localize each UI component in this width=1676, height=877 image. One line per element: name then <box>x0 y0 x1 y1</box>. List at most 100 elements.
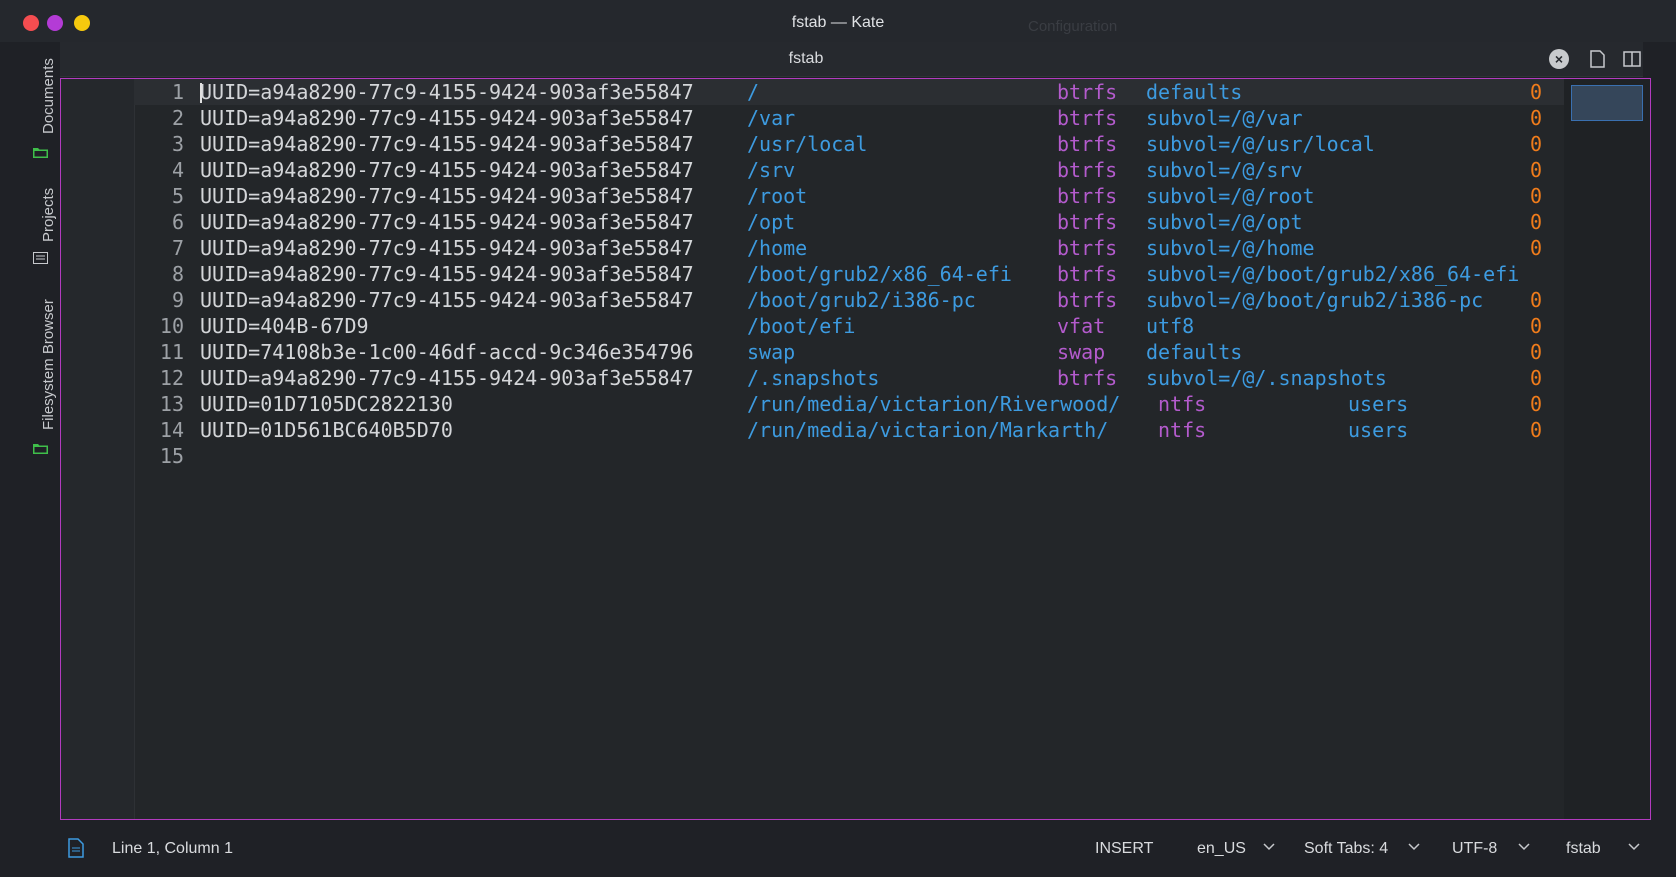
line-number: 10 <box>159 314 184 338</box>
sidebar-tab-documents[interactable]: Documents <box>40 58 57 134</box>
fs-dump: 0 <box>1530 314 1543 338</box>
code-area[interactable]: 1 UUID=a94a8290-77c9-4155-9424-903af3e558… <box>134 79 1631 819</box>
code-line[interactable]: 11 UUID=74108b3e-1c00-46df-accd-9c346e354… <box>134 339 1631 365</box>
cursor-position[interactable]: Line 1, Column 1 <box>112 840 233 858</box>
fs-device: UUID=a94a8290-77c9-4155-9424-903af3e5584… <box>200 366 694 390</box>
chevron-down-icon[interactable] <box>1627 840 1641 854</box>
split-view-icon[interactable] <box>1621 48 1643 70</box>
code-line[interactable]: 9 UUID=a94a8290-77c9-4155-9424-903af3e558… <box>134 287 1631 313</box>
new-document-icon[interactable] <box>1587 48 1609 70</box>
code-line[interactable]: 8 UUID=a94a8290-77c9-4155-9424-903af3e558… <box>134 261 1631 287</box>
fs-type: btrfs <box>1057 132 1118 156</box>
sidebar-tab-projects[interactable]: Projects <box>40 188 57 242</box>
background-menu-item: Configuration <box>1028 18 1118 35</box>
fs-dump: 0 <box>1530 106 1543 130</box>
projects-icon[interactable] <box>33 252 48 264</box>
fs-options: subvol=/@/srv <box>1146 158 1303 182</box>
fs-options: subvol=/@/root <box>1146 184 1315 208</box>
line-number: 5 <box>171 184 184 208</box>
code-line[interactable]: 7 UUID=a94a8290-77c9-4155-9424-903af3e558… <box>134 235 1631 261</box>
line-number: 7 <box>171 236 184 260</box>
syntax-mode-selector[interactable]: fstab <box>1566 840 1601 858</box>
chevron-down-icon[interactable] <box>1407 840 1421 854</box>
window-titlebar: fstab — Kate Configuration <box>0 0 1676 42</box>
editor-view[interactable]: 1 UUID=a94a8290-77c9-4155-9424-903af3e558… <box>60 78 1651 820</box>
fs-type: vfat <box>1057 314 1106 338</box>
indentation-selector[interactable]: Soft Tabs: 4 <box>1304 840 1388 858</box>
code-line[interactable]: 2 UUID=a94a8290-77c9-4155-9424-903af3e558… <box>134 105 1631 131</box>
text-cursor <box>200 83 202 103</box>
fs-dump: 0 <box>1530 236 1543 260</box>
fs-type: ntfs <box>1158 418 1207 442</box>
tab-fstab[interactable]: fstab <box>60 50 1552 68</box>
document-tabbar: fstab × <box>60 42 1643 77</box>
dictionary-selector[interactable]: en_US <box>1197 840 1246 858</box>
code-line[interactable]: 15 <box>134 443 1631 469</box>
fs-dump: 0 <box>1530 80 1543 104</box>
window-title: fstab — Kate <box>791 14 885 31</box>
line-number: 8 <box>171 262 184 286</box>
fs-mount-point: /.snapshots <box>747 366 880 390</box>
fs-mount-point: /srv <box>747 158 796 182</box>
fs-mount-point: / <box>747 80 760 104</box>
fs-type: btrfs <box>1057 184 1118 208</box>
code-line[interactable]: 12 UUID=a94a8290-77c9-4155-9424-903af3e55… <box>134 365 1631 391</box>
code-line[interactable]: 4 UUID=a94a8290-77c9-4155-9424-903af3e558… <box>134 157 1631 183</box>
chevron-down-icon[interactable] <box>1262 840 1276 854</box>
fs-mount-point: /run/media/victarion/Markarth/ <box>747 418 1109 442</box>
line-number: 9 <box>171 288 184 312</box>
fs-mount-point: swap <box>747 340 796 364</box>
fs-options: defaults <box>1146 80 1243 104</box>
fs-mount-point: /home <box>747 236 808 260</box>
encoding-selector[interactable]: UTF-8 <box>1452 840 1497 858</box>
fs-dump: 0 <box>1530 184 1543 208</box>
folder-icon[interactable] <box>33 146 48 158</box>
line-number: 14 <box>159 418 184 442</box>
fs-options: subvol=/@/opt <box>1146 210 1303 234</box>
code-line[interactable]: 6 UUID=a94a8290-77c9-4155-9424-903af3e558… <box>134 209 1631 235</box>
minimap-area[interactable] <box>1564 79 1650 819</box>
code-line[interactable]: 13 UUID=01D7105DC2822130/run/media/victar… <box>134 391 1631 417</box>
fs-options: users <box>1348 392 1409 416</box>
code-line[interactable]: 10UUID=404B-67D9/boot/efivfatutf802 <box>134 313 1631 339</box>
fs-type: btrfs <box>1057 262 1118 286</box>
folder-icon[interactable] <box>33 442 48 454</box>
fs-device: UUID=a94a8290-77c9-4155-9424-903af3e5584… <box>200 236 694 260</box>
code-line[interactable]: 5 UUID=a94a8290-77c9-4155-9424-903af3e558… <box>134 183 1631 209</box>
fs-options: users <box>1348 418 1409 442</box>
line-number: 15 <box>159 444 184 468</box>
fs-device: UUID=01D7105DC2822130 <box>200 392 453 416</box>
fs-type: btrfs <box>1057 366 1118 390</box>
line-number-gutter <box>61 79 135 819</box>
fs-options: subvol=/@/.snapshots <box>1146 366 1387 390</box>
fs-mount-point: /opt <box>747 210 796 234</box>
close-tab-button[interactable]: × <box>1549 49 1569 69</box>
fs-type: btrfs <box>1057 106 1118 130</box>
fs-device: UUID=a94a8290-77c9-4155-9424-903af3e5584… <box>200 132 694 156</box>
fs-options: defaults <box>1146 340 1243 364</box>
fs-options: subvol=/@/boot/grub2/i386-pc <box>1146 288 1484 312</box>
code-line[interactable]: 14 UUID=01D561BC640B5D70/run/media/victar… <box>134 417 1631 443</box>
chevron-down-icon[interactable] <box>1517 840 1531 854</box>
line-number: 13 <box>159 392 184 416</box>
line-number: 12 <box>159 366 184 390</box>
fs-options: subvol=/@/home <box>1146 236 1315 260</box>
fs-type: btrfs <box>1057 288 1118 312</box>
code-line[interactable]: 3 UUID=a94a8290-77c9-4155-9424-903af3e558… <box>134 131 1631 157</box>
fs-dump: 0 <box>1530 132 1543 156</box>
fs-type: btrfs <box>1057 236 1118 260</box>
line-number: 6 <box>171 210 184 234</box>
minimap-viewport[interactable] <box>1571 85 1643 121</box>
fs-dump: 0 <box>1530 288 1543 312</box>
sidebar-tab-filesystem-browser[interactable]: Filesystem Browser <box>40 299 57 430</box>
fs-device: UUID=a94a8290-77c9-4155-9424-903af3e5584… <box>200 80 694 104</box>
fs-device: UUID=a94a8290-77c9-4155-9424-903af3e5584… <box>200 106 694 130</box>
fs-mount-point: /boot/grub2/i386-pc <box>747 288 976 312</box>
document-icon <box>68 838 84 858</box>
line-number: 2 <box>171 106 184 130</box>
input-mode[interactable]: INSERT <box>1095 840 1153 858</box>
fs-dump: 0 <box>1530 366 1543 390</box>
fs-device: UUID=a94a8290-77c9-4155-9424-903af3e5584… <box>200 158 694 182</box>
code-line[interactable]: 1 UUID=a94a8290-77c9-4155-9424-903af3e558… <box>134 79 1631 105</box>
fs-device: UUID=a94a8290-77c9-4155-9424-903af3e5584… <box>200 262 694 286</box>
